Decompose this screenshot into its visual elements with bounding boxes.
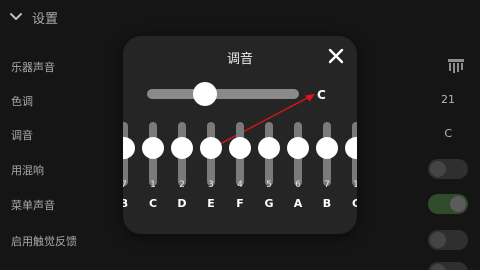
close-icon[interactable]: [327, 47, 345, 65]
key-note: F: [236, 197, 244, 210]
key-number: 1: [150, 180, 156, 190]
menu-sound-toggle[interactable]: [428, 194, 468, 214]
settings-row-instrument-sound[interactable]: 乐器声音: [11, 59, 55, 75]
key-note: E: [207, 197, 215, 210]
settings-row-tone[interactable]: 色调: [11, 93, 33, 109]
tuning-slider[interactable]: [147, 89, 299, 99]
settings-row-haptic[interactable]: 启用触觉反馈: [11, 233, 77, 249]
key-ball[interactable]: [229, 137, 251, 159]
key-note: D: [177, 197, 187, 210]
key-note: B: [322, 197, 332, 210]
key-ball[interactable]: [123, 137, 135, 159]
key-number: 2: [179, 180, 185, 190]
settings-row-menu-sound[interactable]: 菜单声音: [11, 197, 55, 213]
settings-row-reverb[interactable]: 用混响: [11, 162, 44, 178]
key-note: C: [148, 197, 158, 210]
tuning-key-label: C: [317, 88, 326, 102]
page-title: 设置: [32, 11, 59, 27]
chevron-down-icon[interactable]: [8, 9, 24, 25]
key-strip: 7 B 1 C 2 D 3 E 4 F 5 G 6 A 7 B 1 C: [123, 122, 357, 234]
key-ball[interactable]: [316, 137, 338, 159]
slider-thumb[interactable]: [192, 82, 217, 106]
toggle-knob: [450, 196, 466, 212]
key-note: G: [264, 197, 274, 210]
key-number: 3: [208, 180, 214, 190]
tuning-dialog: 调音 C 7 B 1 C 2 D 3 E 4 F 5 G 6 A 7 B 1 C: [123, 36, 357, 234]
key-ball[interactable]: [142, 137, 164, 159]
key-number: 6: [295, 180, 301, 190]
key-number: 7: [324, 180, 330, 190]
next-toggle[interactable]: [428, 262, 468, 270]
key-ball[interactable]: [287, 137, 309, 159]
header: 设置: [8, 6, 58, 28]
dialog-title: 调音: [226, 52, 253, 67]
haptic-toggle[interactable]: [428, 230, 468, 250]
settings-row-tuning[interactable]: 调音: [11, 127, 33, 143]
tone-value: 21: [441, 93, 455, 106]
key-number: 4: [237, 180, 243, 190]
key-note: A: [293, 197, 303, 210]
toggle-knob: [430, 161, 446, 177]
settings-page: 设置 乐器声音 色调 21 调音 C 用混响 菜单声音 启用触觉反馈 调音 C …: [0, 0, 480, 270]
key-ball[interactable]: [200, 137, 222, 159]
key-number: 1: [353, 180, 357, 190]
toggle-knob: [430, 264, 446, 270]
tuning-value: C: [444, 127, 452, 140]
toggle-knob: [430, 232, 446, 248]
instrument-icon[interactable]: [446, 55, 466, 75]
key-ball[interactable]: [171, 137, 193, 159]
key-number: 7: [123, 180, 127, 190]
key-note: C: [351, 197, 357, 210]
reverb-toggle[interactable]: [428, 159, 468, 179]
key-ball[interactable]: [345, 137, 357, 159]
key-ball[interactable]: [258, 137, 280, 159]
key-number: 5: [266, 180, 272, 190]
key-note: B: [123, 197, 129, 210]
